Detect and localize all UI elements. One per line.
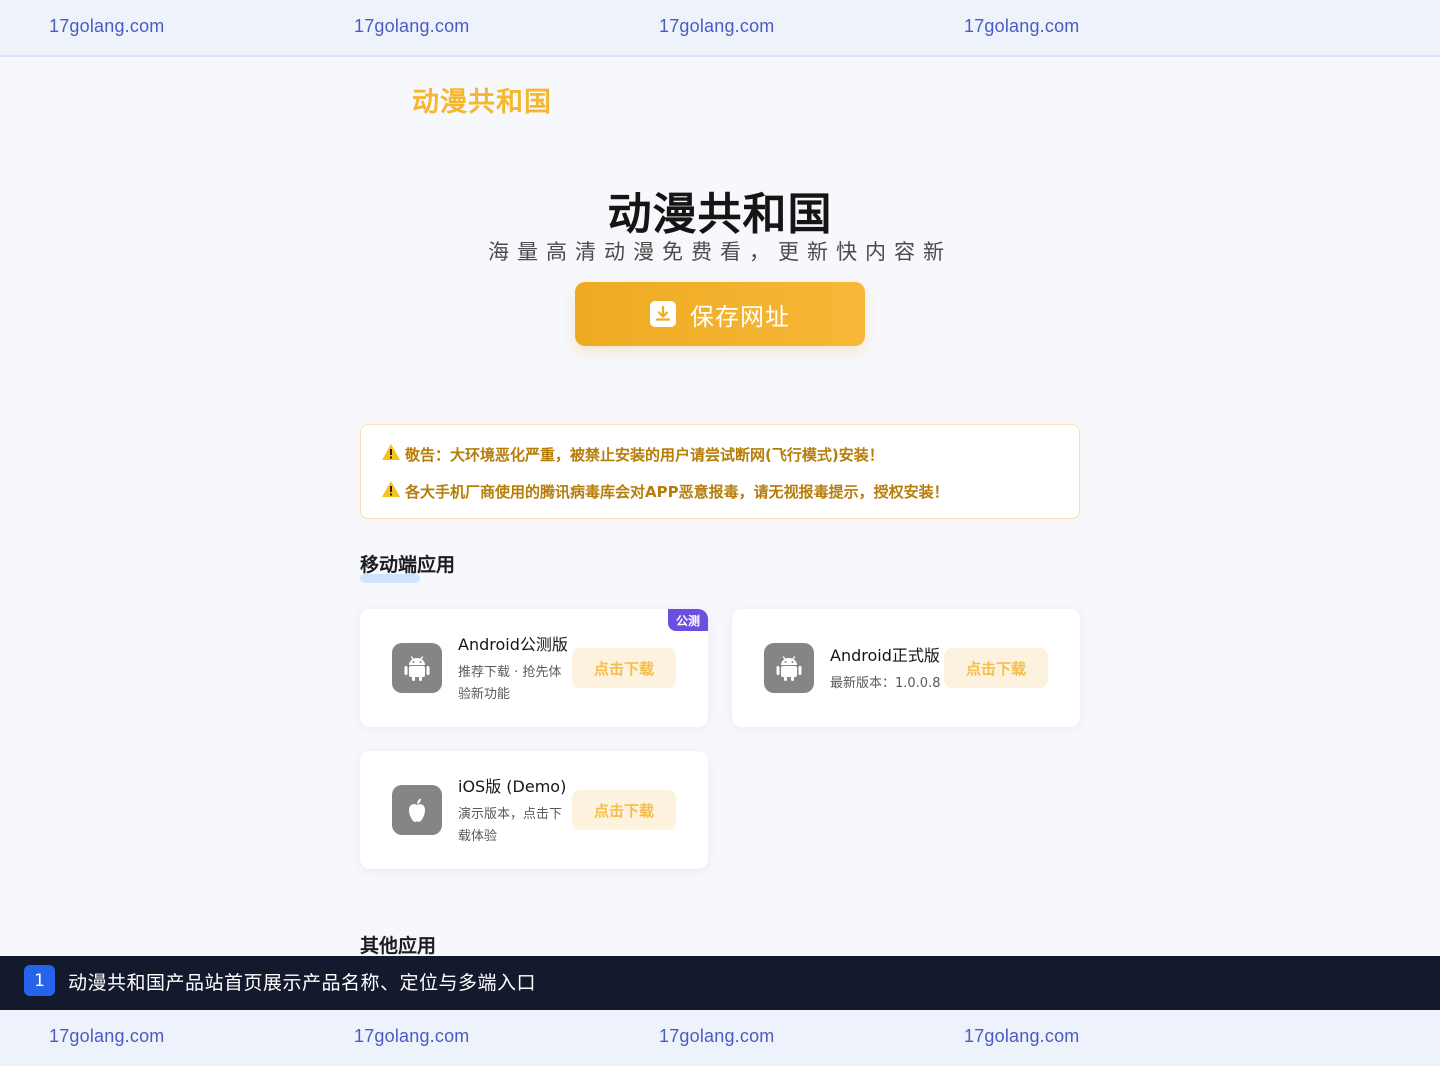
app-name: Android公测版: [458, 635, 568, 654]
app-card-ios-demo[interactable]: iOS版 (Demo) 演示版本，点击下载体验 点击下载: [360, 751, 708, 869]
section-title-other: 其他应用: [360, 935, 437, 957]
section-underline: [360, 574, 420, 583]
download-icon: [650, 301, 676, 327]
page-title: 动漫共和国: [607, 189, 833, 240]
android-icon: [764, 643, 814, 693]
download-button[interactable]: 点击下载: [944, 648, 1048, 688]
app-desc: 推荐下载 · 抢先体验新功能: [458, 665, 562, 702]
page-subtitle: 海量高清动漫免费看，更新快内容新: [488, 240, 952, 264]
app-name: iOS版 (Demo): [458, 777, 567, 796]
warning-icon: [381, 480, 401, 502]
watermark-text: 17golang.com: [659, 16, 775, 36]
android-icon: [392, 643, 442, 693]
watermark-text: 17golang.com: [354, 1026, 470, 1046]
warning-text: 各大手机厂商使用的腾讯病毒库会对APP恶意报毒，请无视报毒提示，授权安装！: [405, 482, 949, 501]
watermark-bar-bottom: 17golang.com 17golang.com 17golang.com 1…: [0, 1010, 1440, 1066]
warning-line: 敬告：大环境恶化严重，被禁止安装的用户请尝试断网(飞行模式)安装！: [381, 443, 884, 465]
app-desc: 演示版本，点击下载体验: [458, 807, 563, 844]
download-button[interactable]: 点击下载: [572, 790, 676, 830]
warning-text: 敬告：大环境恶化严重，被禁止安装的用户请尝试断网(飞行模式)安装！: [405, 445, 884, 464]
save-url-label: 保存网址: [690, 302, 790, 331]
watermark-text: 17golang.com: [49, 16, 165, 36]
caption-text: 动漫共和国产品站首页展示产品名称、定位与多端入口: [68, 972, 537, 994]
caption-bar: 1 动漫共和国产品站首页展示产品名称、定位与多端入口: [0, 956, 1440, 1010]
warning-notice: 敬告：大环境恶化严重，被禁止安装的用户请尝试断网(飞行模式)安装！ 各大手机厂商…: [360, 424, 1080, 519]
warning-icon: [381, 443, 401, 465]
watermark-text: 17golang.com: [354, 16, 470, 36]
beta-badge: 公测: [668, 609, 708, 631]
watermark-text: 17golang.com: [49, 1026, 165, 1046]
app-card-android-release[interactable]: Android正式版 最新版本：1.0.0.8 点击下载: [732, 609, 1080, 727]
watermark-text: 17golang.com: [964, 1026, 1080, 1046]
download-button[interactable]: 点击下载: [572, 648, 676, 688]
app-card-android-beta[interactable]: 公测 Android公测版 推荐下载 · 抢先体验新功能 点击下载: [360, 609, 708, 727]
section-title-mobile: 移动端应用: [360, 554, 456, 576]
app-name: Android正式版: [830, 646, 940, 665]
watermark-text: 17golang.com: [964, 16, 1080, 36]
save-url-button[interactable]: 保存网址: [575, 282, 865, 346]
caption-number: 1: [24, 965, 55, 996]
watermark-text: 17golang.com: [659, 1026, 775, 1046]
warning-line: 各大手机厂商使用的腾讯病毒库会对APP恶意报毒，请无视报毒提示，授权安装！: [381, 480, 949, 502]
app-desc: 最新版本：1.0.0.8: [830, 676, 941, 691]
apple-icon: [392, 785, 442, 835]
brand-logo[interactable]: 动漫共和国: [412, 80, 552, 119]
watermark-bar-top: 17golang.com 17golang.com 17golang.com 1…: [0, 0, 1440, 57]
